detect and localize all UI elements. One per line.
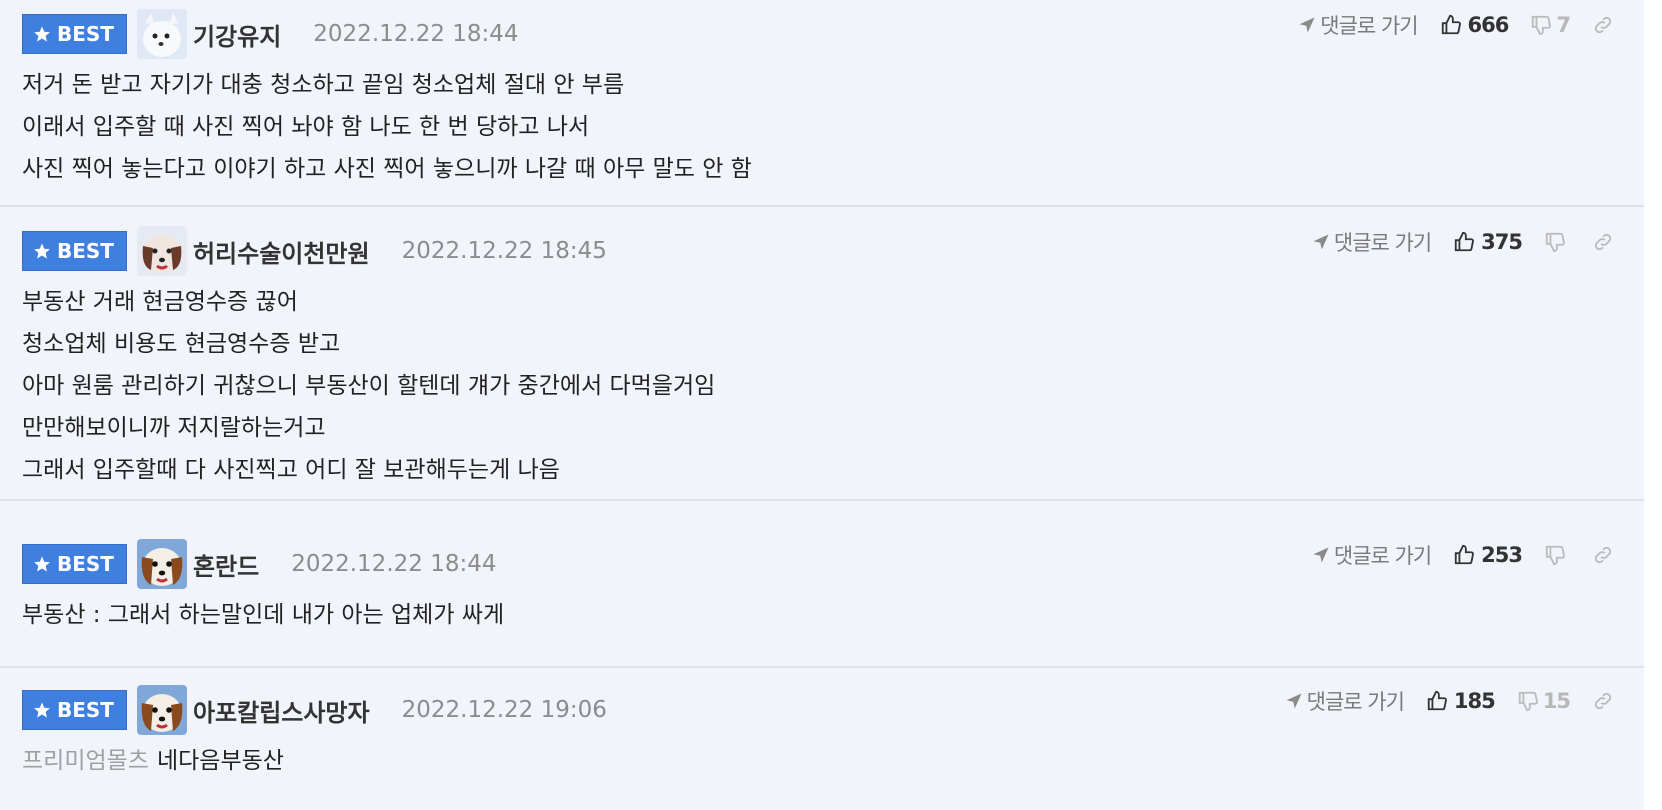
best-badge: BEST xyxy=(22,231,127,271)
best-badge: BEST xyxy=(22,544,127,584)
comment-item: BEST 아포칼립스사망자 2022.12.22 19:06 댓글로 가기 18… xyxy=(0,676,1644,810)
comment-line: 이래서 입주할 때 사진 찍어 놔야 함 나도 한 번 당하고 나서 xyxy=(22,114,590,140)
thumbs-up-icon xyxy=(1454,231,1475,252)
comment-list: BEST 기강유지 2022.12.22 18:44 댓글로 가기 666 7 … xyxy=(0,0,1644,810)
comment-body: 부동산 거래 현금영수증 끊어 청소업체 비용도 현금영수증 받고 아마 원룸 … xyxy=(22,281,715,491)
goto-comment-label: 댓글로 가기 xyxy=(1320,14,1418,38)
dislike-button[interactable] xyxy=(1544,544,1570,566)
comment-actions: 댓글로 가기 253 xyxy=(1312,540,1614,570)
nickname[interactable]: 아포칼립스사망자 xyxy=(193,693,370,728)
comment-text: 네다음부동산 xyxy=(156,748,284,774)
link-icon[interactable] xyxy=(1592,231,1614,253)
best-badge: BEST xyxy=(22,14,127,54)
avatar[interactable] xyxy=(136,226,187,276)
comment-line: 아마 원룸 관리하기 귀찮으니 부동산이 할텐데 걔가 중간에서 다먹을거임 xyxy=(22,373,716,399)
comment-date: 2022.12.22 19:06 xyxy=(401,697,607,723)
comment-line: 그래서 입주할때 다 사진찍고 어디 잘 보관해두는게 나음 xyxy=(22,457,560,483)
comment-header: BEST 아포칼립스사망자 2022.12.22 19:06 xyxy=(22,685,607,735)
like-button[interactable]: 253 xyxy=(1453,543,1523,567)
comment-line: 프리미엄몰츠 네다음부동산 xyxy=(22,740,284,782)
comment-line: 만만해보이니까 저지랄하는거고 xyxy=(22,415,326,441)
like-button[interactable]: 666 xyxy=(1440,13,1509,37)
comment-body: 프리미엄몰츠 네다음부동산 xyxy=(22,740,284,782)
comment-header: BEST 기강유지 2022.12.22 18:44 xyxy=(22,9,519,59)
comment-body: 저거 돈 받고 자기가 대충 청소하고 끝임 청소업체 절대 안 부름 이래서 … xyxy=(22,64,752,190)
link-icon[interactable] xyxy=(1592,544,1614,566)
like-button[interactable]: 185 xyxy=(1426,689,1496,713)
goto-comment-button[interactable]: 댓글로 가기 xyxy=(1298,10,1419,40)
best-badge-label: BEST xyxy=(57,239,114,263)
dislike-button[interactable]: 15 xyxy=(1517,689,1571,713)
thumbs-down-icon xyxy=(1532,15,1552,36)
comment-actions: 댓글로 가기 375 xyxy=(1312,227,1614,257)
arrow-icon xyxy=(1313,234,1329,250)
comment-header: BEST 혼란드 2022.12.22 18:44 xyxy=(22,539,497,589)
dislike-count: 15 xyxy=(1542,689,1571,713)
best-badge-label: BEST xyxy=(57,698,114,722)
star-icon xyxy=(34,702,50,718)
star-icon xyxy=(34,556,50,572)
dislike-button[interactable]: 7 xyxy=(1530,13,1571,37)
goto-comment-button[interactable]: 댓글로 가기 xyxy=(1312,227,1432,257)
like-button[interactable]: 375 xyxy=(1453,230,1523,254)
thumbs-up-icon xyxy=(1441,14,1461,35)
comment-line: 부동산 거래 현금영수증 끊어 xyxy=(22,289,298,315)
comment-line: 부동산 : 그래서 하는말인데 내가 아는 업체가 싸게 xyxy=(22,602,505,628)
reply-target-nickname[interactable]: 프리미엄몰츠 xyxy=(22,748,149,774)
best-badge: BEST xyxy=(22,690,127,730)
arrow-icon xyxy=(1286,693,1302,709)
best-badge-label: BEST xyxy=(57,552,114,576)
goto-comment-button[interactable]: 댓글로 가기 xyxy=(1312,540,1432,570)
dislike-button[interactable] xyxy=(1544,231,1570,253)
comment-date: 2022.12.22 18:45 xyxy=(401,238,607,264)
comment-line: 저거 돈 받고 자기가 대충 청소하고 끝임 청소업체 절대 안 부름 xyxy=(22,72,625,98)
arrow-icon xyxy=(1313,547,1329,563)
comment-header: BEST 허리수술이천만원 2022.12.22 18:45 xyxy=(22,226,607,276)
goto-comment-label: 댓글로 가기 xyxy=(1333,231,1432,255)
comment-date: 2022.12.22 18:44 xyxy=(313,21,519,47)
link-icon[interactable] xyxy=(1592,690,1614,712)
thumbs-down-icon xyxy=(1545,545,1565,566)
comment-item: BEST 허리수술이천만원 2022.12.22 18:45 댓글로 가기 37… xyxy=(0,217,1644,501)
thumbs-down-icon xyxy=(1518,691,1538,712)
goto-comment-button[interactable]: 댓글로 가기 xyxy=(1285,686,1405,716)
avatar[interactable] xyxy=(136,539,187,589)
comment-line: 사진 찍어 놓는다고 이야기 하고 사진 찍어 놓으니까 나갈 때 아무 말도 … xyxy=(22,156,752,182)
avatar[interactable] xyxy=(136,685,187,735)
nickname[interactable]: 허리수술이천만원 xyxy=(193,234,370,269)
arrow-icon xyxy=(1299,17,1315,33)
like-count: 666 xyxy=(1467,13,1510,37)
comment-body: 부동산 : 그래서 하는말인데 내가 아는 업체가 싸게 xyxy=(22,594,504,636)
best-badge-label: BEST xyxy=(57,22,114,46)
comment-actions: 댓글로 가기 666 7 xyxy=(1298,10,1614,40)
thumbs-down-icon xyxy=(1545,232,1565,253)
thumbs-up-icon xyxy=(1427,690,1447,711)
like-count: 375 xyxy=(1481,230,1523,254)
thumbs-up-icon xyxy=(1454,544,1475,565)
like-count: 253 xyxy=(1481,543,1523,567)
dislike-count: 7 xyxy=(1556,13,1571,37)
comment-date: 2022.12.22 18:44 xyxy=(291,551,497,577)
like-count: 185 xyxy=(1453,689,1496,713)
goto-comment-label: 댓글로 가기 xyxy=(1306,690,1405,714)
star-icon xyxy=(34,26,50,42)
goto-comment-label: 댓글로 가기 xyxy=(1333,544,1432,568)
link-icon[interactable] xyxy=(1592,14,1614,36)
comment-actions: 댓글로 가기 185 15 xyxy=(1285,686,1614,716)
comment-item: BEST 기강유지 2022.12.22 18:44 댓글로 가기 666 7 … xyxy=(0,0,1644,207)
nickname[interactable]: 혼란드 xyxy=(193,547,259,582)
avatar[interactable] xyxy=(136,9,187,59)
nickname[interactable]: 기강유지 xyxy=(193,17,281,52)
star-icon xyxy=(34,243,50,259)
comment-line: 청소업체 비용도 현금영수증 받고 xyxy=(22,331,341,357)
comment-item: BEST 혼란드 2022.12.22 18:44 댓글로 가기 253 부동산… xyxy=(0,530,1644,668)
